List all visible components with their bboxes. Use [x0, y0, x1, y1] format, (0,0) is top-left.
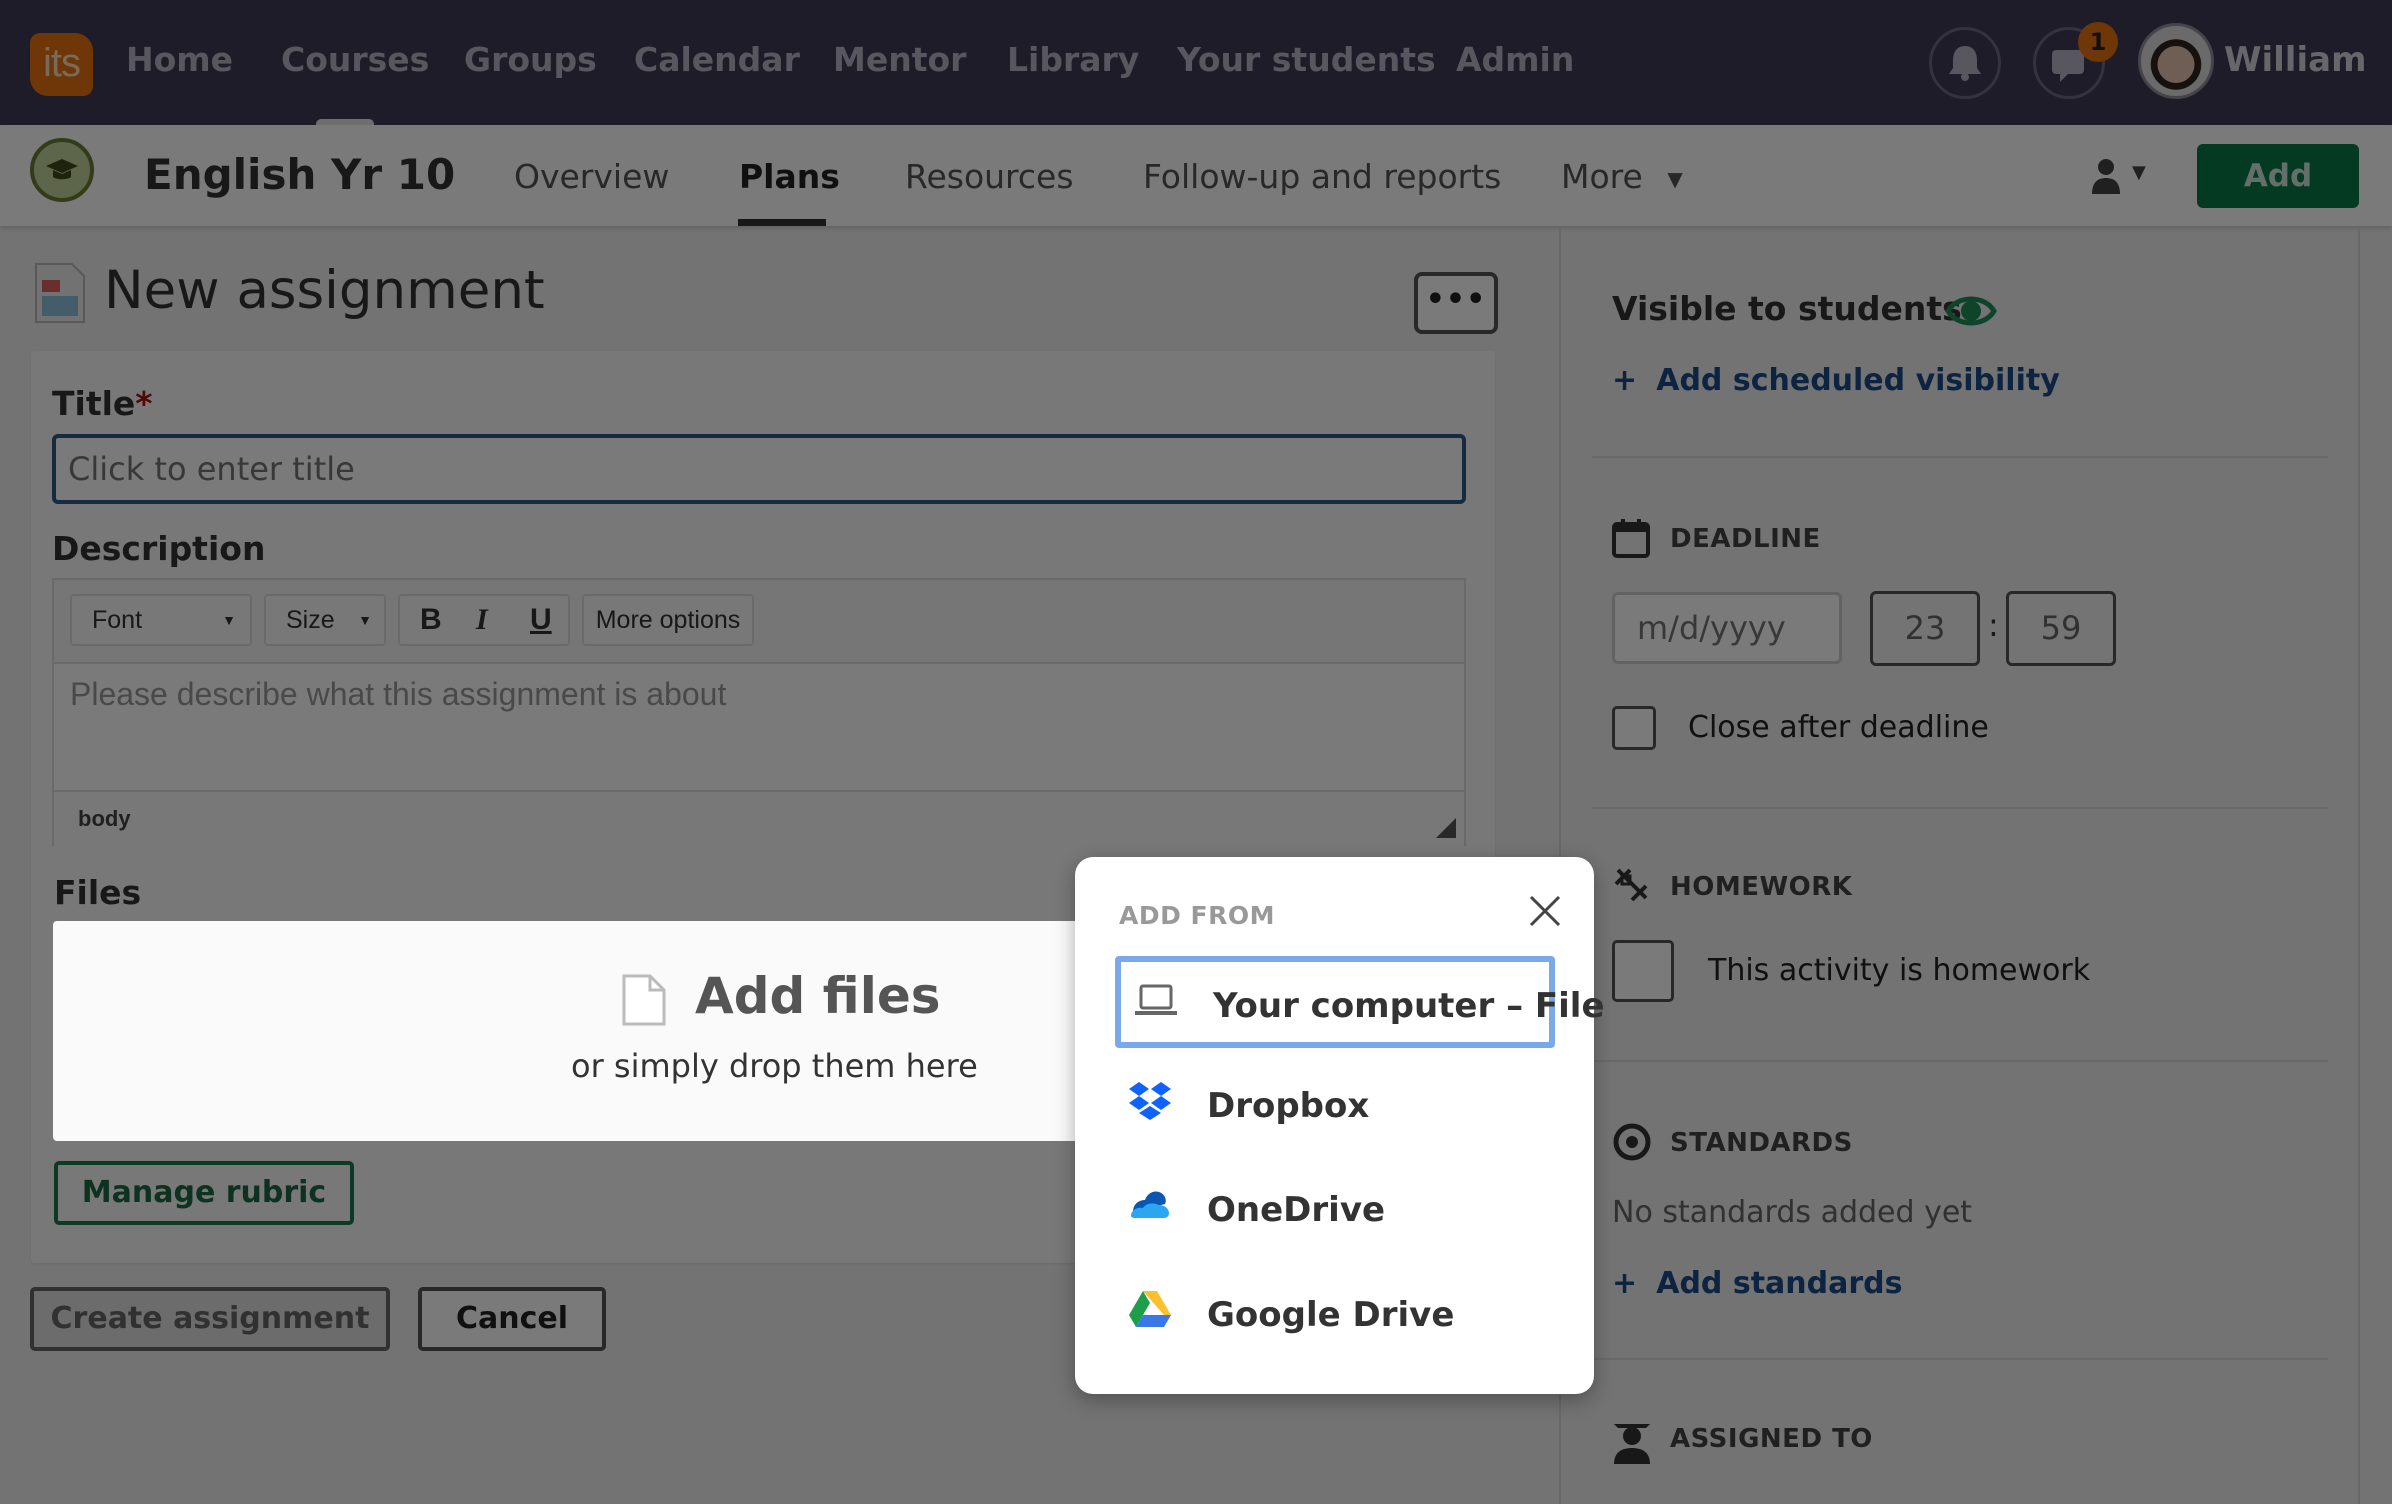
drop-hint-text: or simply drop them here: [571, 1047, 978, 1085]
add-files-text: Add files: [695, 967, 941, 1025]
file-dropzone-highlight[interactable]: Add files or simply drop them here: [53, 921, 1083, 1141]
option-label: Your computer – File: [1213, 986, 1605, 1026]
option-onedrive[interactable]: OneDrive: [1115, 1160, 1555, 1252]
option-your-computer[interactable]: Your computer – File: [1115, 956, 1605, 1048]
file-icon: [622, 974, 666, 1026]
option-google-drive[interactable]: Google Drive: [1115, 1265, 1555, 1357]
option-label: Dropbox: [1207, 1086, 1370, 1126]
add-from-popup: ADD FROM Your computer – File Dropbox On…: [1075, 857, 1605, 1394]
option-label: Google Drive: [1207, 1295, 1455, 1335]
google-drive-icon: [1129, 1291, 1171, 1327]
onedrive-icon: [1131, 1191, 1169, 1218]
close-icon[interactable]: [1525, 891, 1565, 931]
option-label: OneDrive: [1207, 1190, 1386, 1230]
option-dropbox[interactable]: Dropbox: [1115, 1056, 1555, 1148]
laptop-icon: [1135, 984, 1177, 1015]
dropbox-icon: [1129, 1082, 1171, 1120]
popup-title: ADD FROM: [1119, 901, 1276, 930]
